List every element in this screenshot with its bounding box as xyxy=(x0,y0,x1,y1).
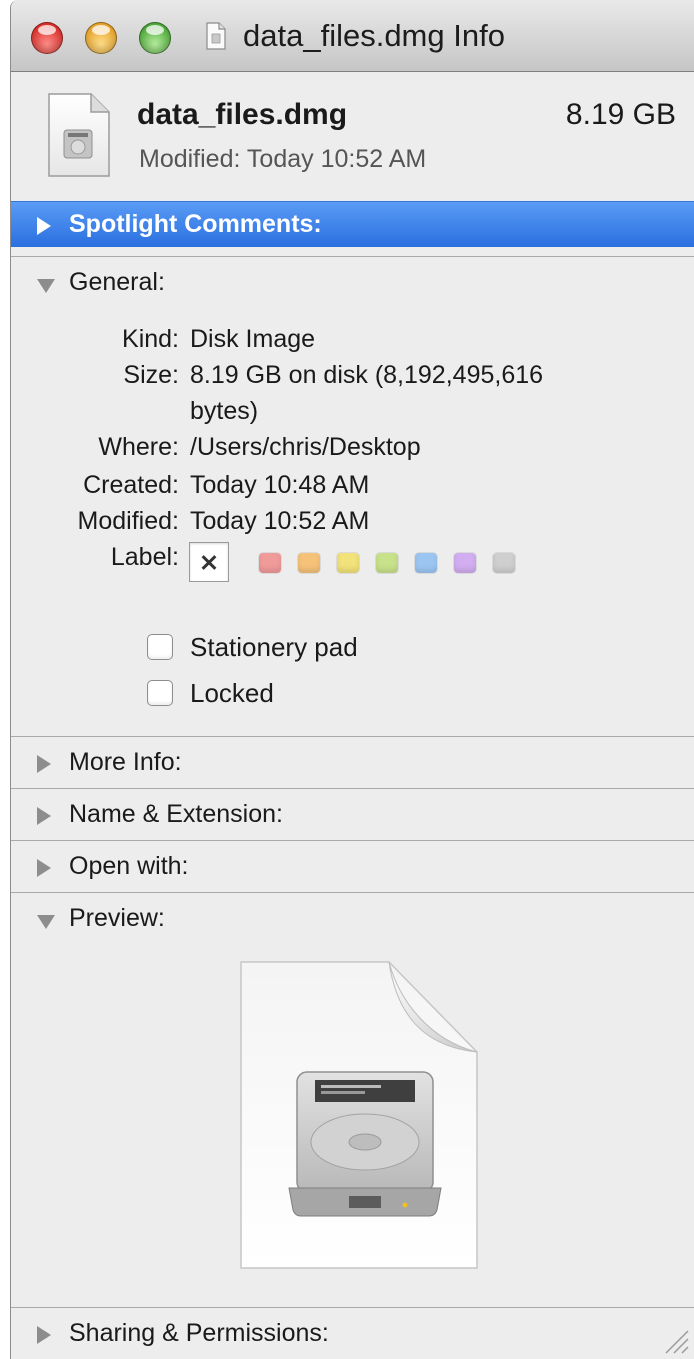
modified-label: Modified: xyxy=(77,507,179,535)
file-name: data_files.dmg xyxy=(137,98,348,131)
label-none-button[interactable] xyxy=(189,542,229,582)
disclosure-triangle-icon[interactable] xyxy=(37,915,55,929)
disclosure-triangle-icon[interactable] xyxy=(37,279,55,293)
section-open-with[interactable]: Open with: xyxy=(11,840,694,892)
stationery-pad-label: Stationery pad xyxy=(190,632,358,662)
label-color-swatch[interactable] xyxy=(298,553,320,573)
where-value: /Users/chris/Desktop xyxy=(190,433,421,461)
disclosure-triangle-icon[interactable] xyxy=(37,1326,51,1344)
disk-image-document-icon xyxy=(48,93,110,177)
label-color-swatch[interactable] xyxy=(376,553,398,573)
hard-drive-icon xyxy=(240,961,478,1269)
locked-checkbox[interactable] xyxy=(147,680,173,706)
stationery-pad-checkbox[interactable] xyxy=(147,634,173,660)
document-icon xyxy=(206,22,226,50)
label-color-swatch[interactable] xyxy=(493,553,515,573)
label-color-swatch[interactable] xyxy=(415,553,437,573)
disclosure-triangle-icon[interactable] xyxy=(37,217,51,235)
section-label: Spotlight Comments: xyxy=(69,210,322,238)
section-label: Sharing & Permissions: xyxy=(69,1319,329,1347)
created-value: Today 10:48 AM xyxy=(190,471,370,499)
label-color-swatch[interactable] xyxy=(454,553,476,573)
file-size: 8.19 GB xyxy=(565,98,676,131)
window-title: data_files.dmg Info xyxy=(243,18,505,53)
section-name-extension[interactable]: Name & Extension: xyxy=(11,788,694,840)
info-window: data_files.dmg Info data_files.dmg 8.19 … xyxy=(10,0,694,1359)
size-label: Size: xyxy=(123,361,179,389)
where-label: Where: xyxy=(98,433,179,461)
close-button[interactable] xyxy=(31,22,63,54)
zoom-button[interactable] xyxy=(139,22,171,54)
section-label: Preview: xyxy=(69,904,165,932)
modified-value: Today 10:52 AM xyxy=(190,507,370,535)
resize-grip-icon[interactable] xyxy=(660,1325,690,1355)
disclosure-triangle-icon[interactable] xyxy=(37,807,51,825)
section-more-info[interactable]: More Info: xyxy=(11,736,694,788)
disclosure-triangle-icon[interactable] xyxy=(37,755,51,773)
disclosure-triangle-icon[interactable] xyxy=(37,859,51,877)
kind-value: Disk Image xyxy=(190,325,316,353)
section-spotlight-comments[interactable]: Spotlight Comments: xyxy=(11,201,694,247)
minimize-button[interactable] xyxy=(85,22,117,54)
section-label: More Info: xyxy=(69,748,182,776)
title-bar[interactable]: data_files.dmg Info xyxy=(11,0,694,72)
size-value-continued: bytes) xyxy=(190,397,259,425)
created-label: Created: xyxy=(83,471,179,499)
section-preview[interactable]: Preview: xyxy=(11,892,694,944)
label-color-swatch[interactable] xyxy=(259,553,281,573)
locked-label: Locked xyxy=(190,678,274,708)
section-label: General: xyxy=(69,268,165,296)
section-general[interactable]: General: xyxy=(11,256,694,308)
kind-label: Kind: xyxy=(122,325,179,353)
section-label: Name & Extension: xyxy=(69,800,283,828)
section-sharing-permissions[interactable]: Sharing & Permissions: xyxy=(11,1307,694,1359)
label-color-swatch[interactable] xyxy=(337,553,359,573)
file-modified-date: Modified: Today 10:52 AM xyxy=(139,145,427,173)
label-label: Label: xyxy=(110,543,179,571)
size-value: 8.19 GB on disk (8,192,495,616 xyxy=(190,361,544,389)
section-label: Open with: xyxy=(69,852,189,880)
